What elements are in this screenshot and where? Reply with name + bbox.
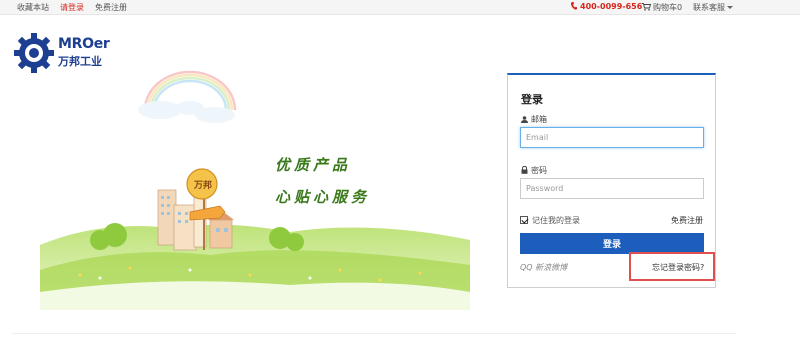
slogan-line-2: 心贴心服务 [275, 188, 371, 206]
password-label: 密码 [521, 165, 547, 176]
user-icon [521, 116, 528, 123]
sign-text: 万邦 [193, 179, 212, 191]
buildings [157, 189, 234, 251]
email-label: 邮箱 [521, 114, 547, 125]
remember-checkbox[interactable] [520, 216, 528, 224]
divider [12, 333, 736, 334]
login-title: 登录 [521, 93, 543, 106]
service-label: 联系客服 [693, 3, 725, 12]
password-label-text: 密码 [531, 166, 547, 175]
forgot-password-link[interactable]: 忘记登录密码? [652, 262, 704, 273]
banner-illustration: 万邦 [40, 70, 470, 310]
cart-icon [642, 3, 652, 11]
email-label-text: 邮箱 [531, 115, 547, 124]
site-logo[interactable]: MROer 万邦工业 [12, 31, 122, 75]
login-button[interactable]: 登录 [520, 233, 704, 254]
bookmark-link[interactable]: 收藏本站 [17, 2, 49, 13]
logo-english-name: MROer [58, 36, 110, 52]
social-login-links[interactable]: QQ 新浪微博 [520, 262, 567, 273]
cart-link[interactable]: 购物车0 [642, 2, 682, 13]
phone-icon [571, 2, 577, 10]
gear-logo-icon [14, 33, 54, 73]
chevron-down-icon [727, 6, 733, 9]
clouds [138, 101, 235, 123]
email-field[interactable] [520, 127, 704, 148]
remember-label: 记住我的登录 [532, 216, 580, 225]
phone-number: 400-0099-656 [571, 2, 642, 11]
remember-me[interactable]: 记住我的登录 [520, 215, 580, 226]
lock-icon [521, 165, 528, 174]
login-link[interactable]: 请登录 [60, 2, 84, 13]
password-field[interactable] [520, 178, 704, 199]
phone-text: 400-0099-656 [580, 2, 643, 11]
logo-chinese-name: 万邦工业 [58, 55, 102, 68]
top-bar: 收藏本站 请登录 免费注册 400-0099-656 购物车0 联系客服 [0, 0, 800, 15]
register-link[interactable]: 免费注册 [671, 215, 703, 226]
slogan-line-1: 优质产品 [275, 156, 352, 174]
service-menu[interactable]: 联系客服 [693, 2, 733, 13]
register-link[interactable]: 免费注册 [95, 2, 127, 13]
cart-label: 购物车0 [653, 3, 683, 12]
